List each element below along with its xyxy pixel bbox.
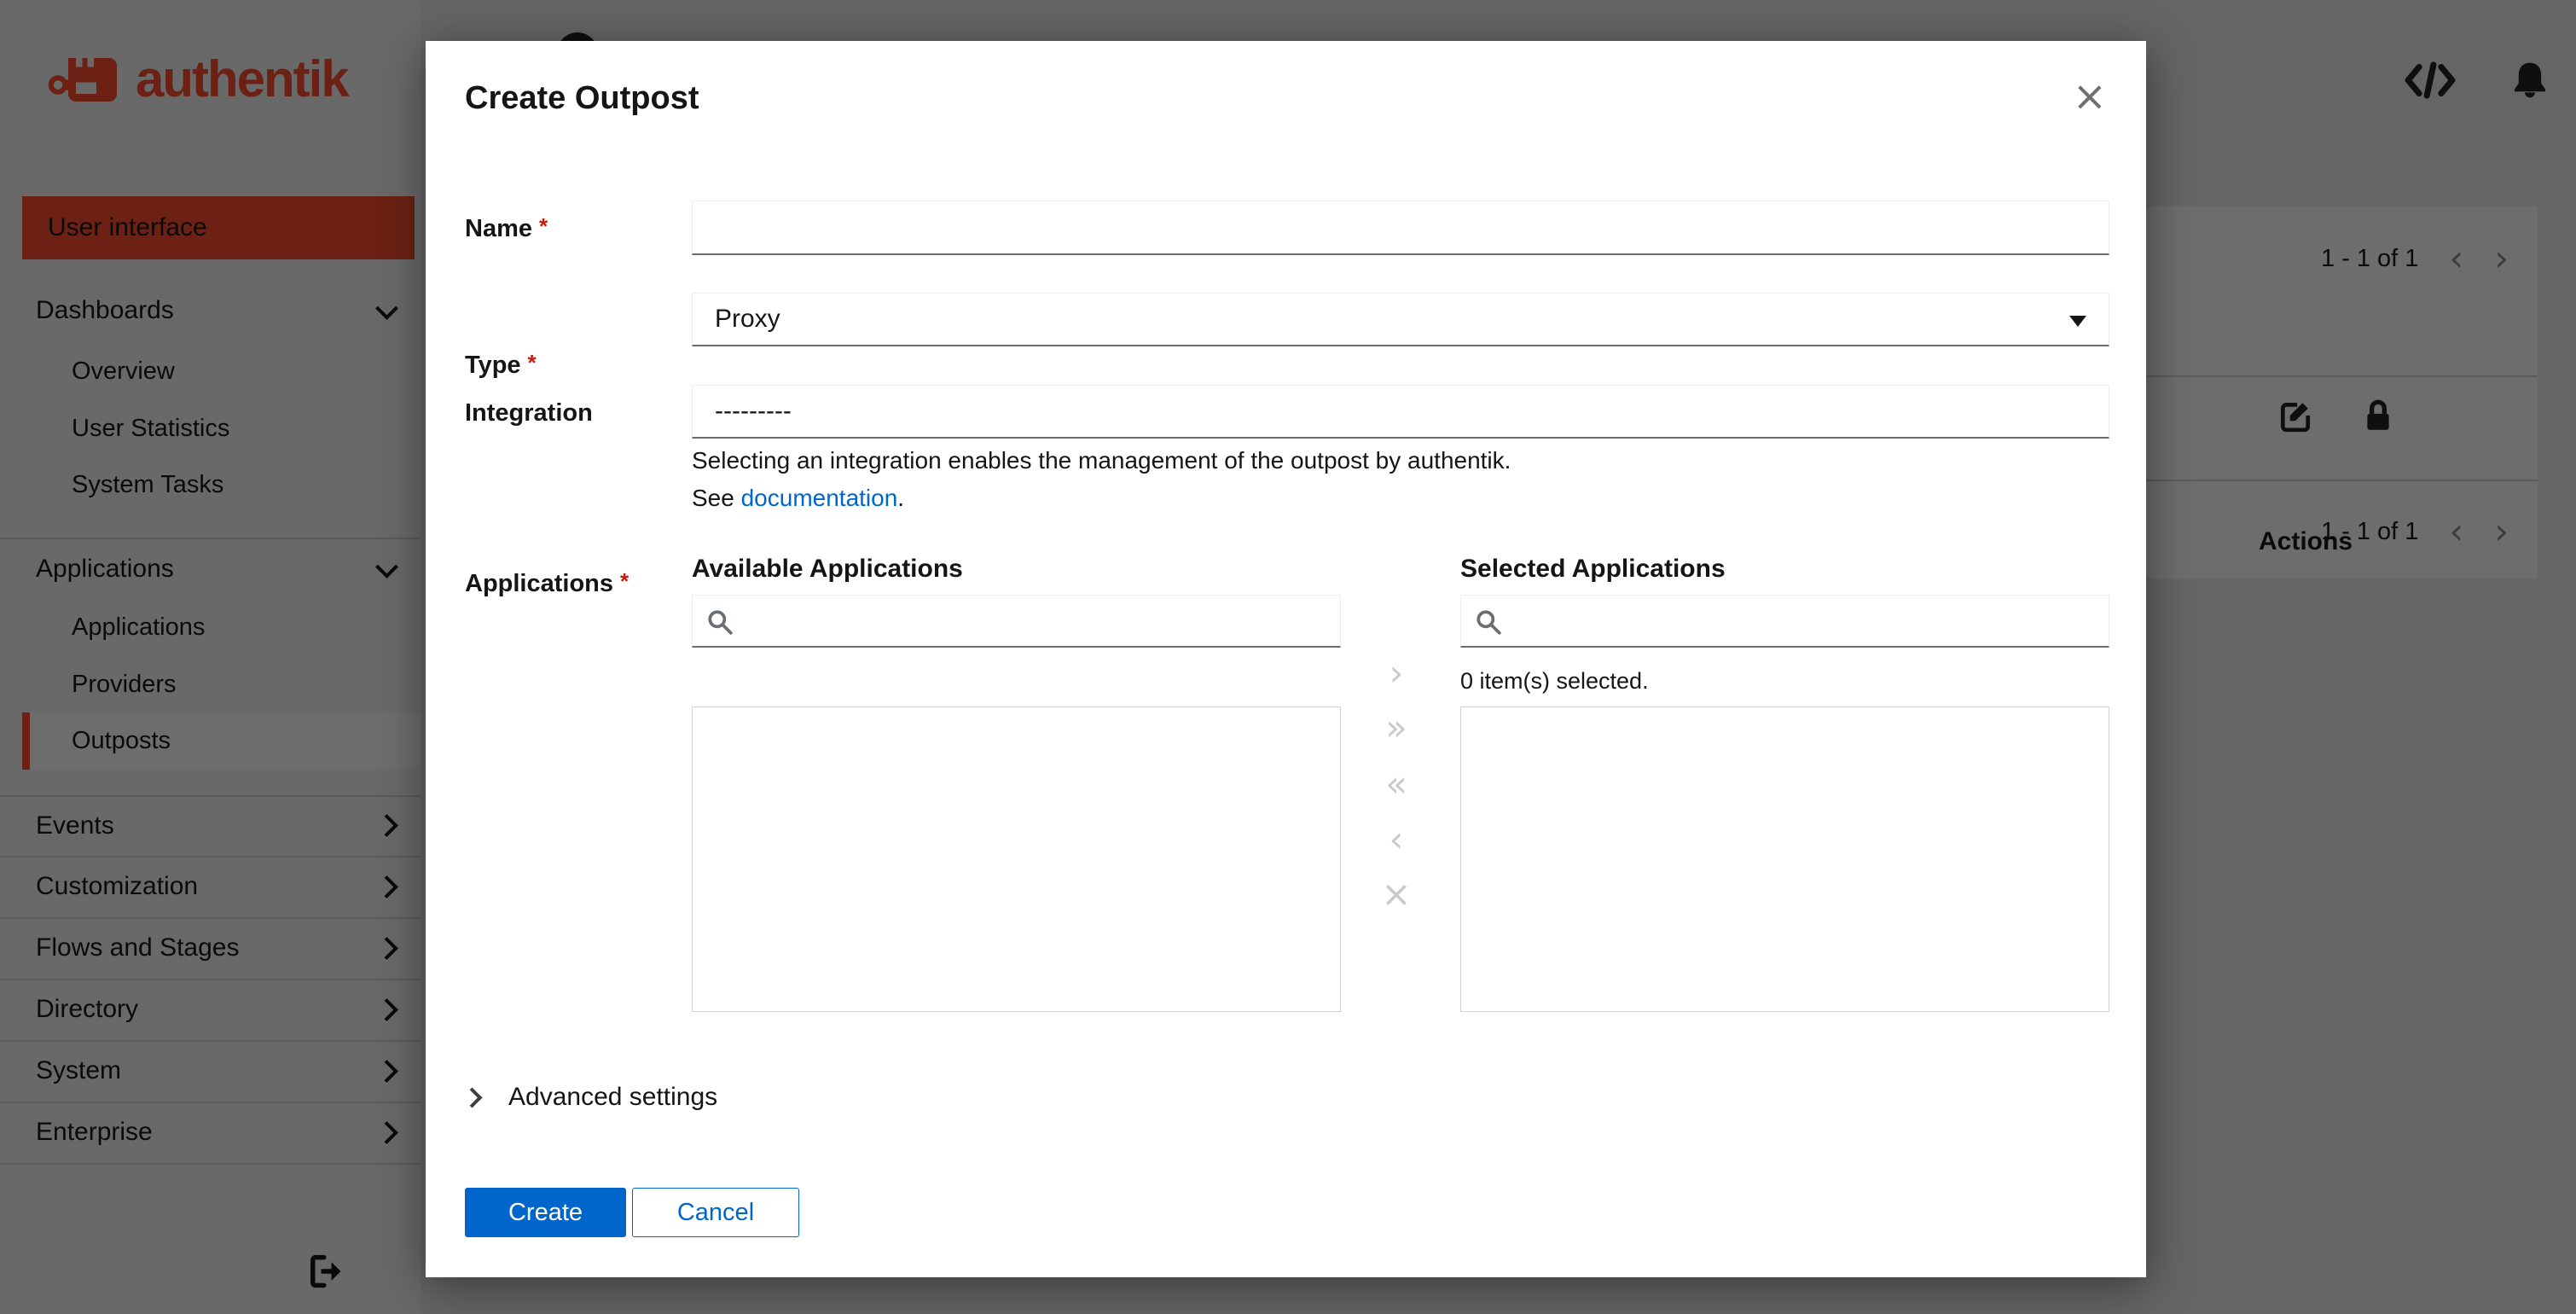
move-left-button[interactable]: ‹ [1361, 817, 1432, 862]
required-asterisk: * [620, 568, 629, 594]
advanced-settings-label: Advanced settings [508, 1083, 718, 1111]
type-select-value: Proxy [715, 305, 780, 333]
search-icon [1477, 610, 1501, 635]
move-right-button[interactable]: › [1361, 651, 1432, 695]
page: authentik User interface Dashboards Over… [0, 0, 2576, 1314]
advanced-settings-toggle[interactable]: Advanced settings [461, 1075, 718, 1119]
selected-applications-title: Selected Applications [1460, 555, 1726, 583]
documentation-link[interactable]: documentation [741, 485, 898, 511]
move-all-left-button[interactable]: « [1361, 762, 1432, 806]
move-all-right-button[interactable]: » [1361, 706, 1432, 750]
required-asterisk: * [527, 350, 537, 375]
integration-doc-help: See documentation. [692, 485, 905, 511]
selected-applications-listbox[interactable] [1460, 706, 2109, 1012]
caret-down-icon [2069, 316, 2086, 327]
close-icon[interactable]: × [2068, 72, 2112, 121]
integration-select-value: --------- [715, 397, 792, 425]
selected-search-input[interactable] [1512, 599, 2096, 643]
create-button[interactable]: Create [465, 1188, 626, 1237]
clear-selection-icon[interactable]: × [1361, 872, 1432, 916]
available-applications-title: Available Applications [692, 555, 963, 583]
search-icon [708, 610, 733, 635]
modal-title: Create Outpost [465, 80, 699, 116]
integration-select[interactable]: --------- [692, 385, 2109, 439]
name-field[interactable] [692, 201, 2109, 255]
applications-label: Applications * [465, 568, 629, 597]
available-search [692, 595, 1341, 648]
selected-search [1460, 595, 2109, 648]
integration-label: Integration [465, 399, 593, 427]
type-label: Type * [465, 350, 537, 379]
available-applications-listbox[interactable] [692, 706, 1341, 1012]
type-select[interactable]: Proxy [692, 293, 2109, 346]
name-label: Name * [465, 213, 548, 242]
required-asterisk: * [539, 213, 548, 239]
cancel-button[interactable]: Cancel [632, 1188, 799, 1237]
available-search-input[interactable] [744, 599, 1327, 643]
create-outpost-modal: Create Outpost × Name * Type * Proxy Integ… [426, 41, 2146, 1277]
selected-count: 0 item(s) selected. [1460, 668, 1649, 694]
chevron-right-icon [461, 1086, 483, 1108]
integration-help-text: Selecting an integration enables the man… [692, 447, 1511, 474]
